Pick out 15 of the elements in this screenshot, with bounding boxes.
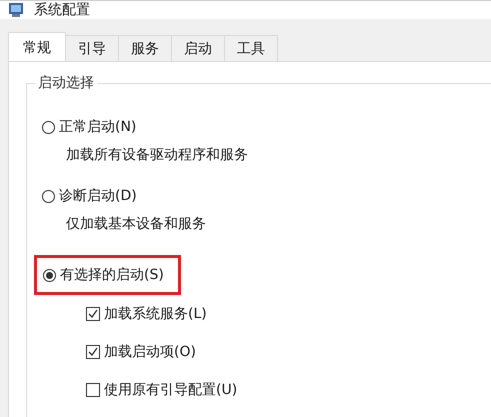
checkmark-icon [88, 309, 98, 319]
radio-option[interactable]: 诊断启动(D) [36, 186, 137, 206]
tab[interactable]: 常规 [8, 32, 66, 62]
group-title: 启动选择 [35, 74, 97, 92]
option-description: 仅加载基本设备和服务 [66, 215, 207, 233]
tab[interactable]: 工具 [224, 35, 278, 62]
checkbox[interactable]: 加载系统服务(L) [86, 304, 207, 324]
radio-option[interactable]: 正常启动(N) [36, 117, 136, 137]
monitor-icon [8, 2, 24, 18]
radio-option[interactable]: 有选择的启动(S) [34, 255, 181, 295]
checkbox[interactable]: 加载启动项(O) [86, 342, 196, 362]
window-title: 系统配置 [34, 1, 90, 19]
option-description: 加载所有设备驱动程序和服务 [66, 146, 249, 164]
checkmark-icon [88, 347, 98, 357]
checkbox[interactable]: 使用原有引导配置(U) [86, 380, 238, 400]
